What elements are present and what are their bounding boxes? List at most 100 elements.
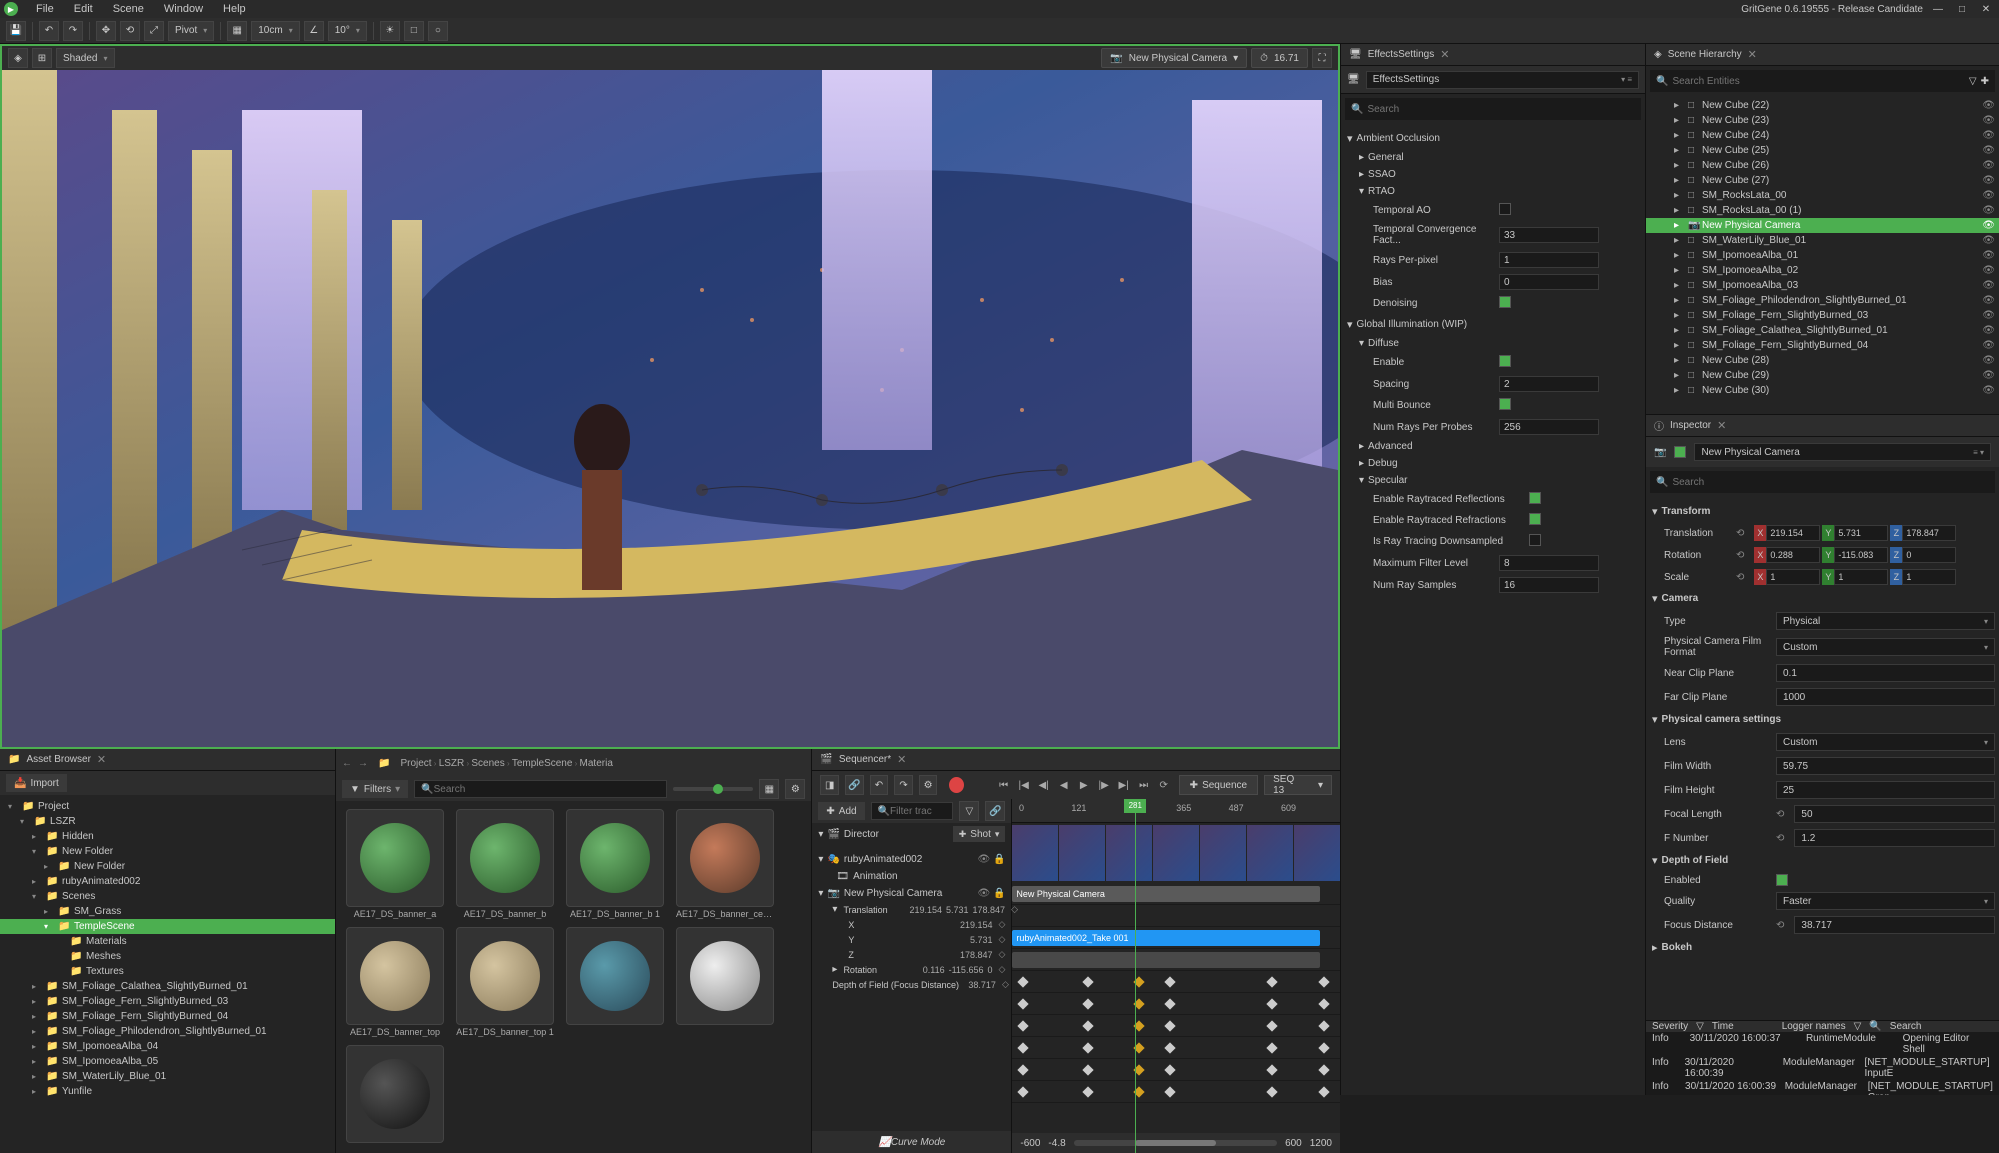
breadcrumb-segment[interactable]: Materia — [580, 758, 613, 769]
hierarchy-item[interactable]: ▸📷New Physical Camera👁 — [1646, 218, 1999, 233]
tree-item[interactable]: ▸📁SM_Grass — [0, 904, 335, 919]
tree-item[interactable]: ▸📁SM_IpomoeaAlba_05 — [0, 1054, 335, 1069]
breadcrumb-segment[interactable]: LSZR — [439, 758, 465, 769]
keyframe[interactable] — [1266, 1086, 1277, 1097]
rz-input[interactable]: 0 — [1902, 547, 1956, 563]
focal-length-input[interactable]: 50 — [1794, 805, 1995, 823]
hierarchy-item[interactable]: ▸□New Cube (25)👁 — [1646, 143, 1999, 158]
reset-icon[interactable]: ⟲ — [1776, 809, 1784, 820]
seq-redo-icon[interactable]: ↷ — [894, 775, 913, 795]
scale-tool-icon[interactable]: ⤢ — [144, 21, 164, 41]
play-reverse-icon[interactable]: ◀ — [1055, 776, 1073, 794]
hierarchy-item[interactable]: ▸□SM_IpomoeaAlba_02👁 — [1646, 263, 1999, 278]
asset-item[interactable]: AE17_DS_banner_b 1 — [564, 809, 666, 919]
keyframe[interactable] — [1083, 1086, 1094, 1097]
keyframe[interactable] — [1017, 998, 1028, 1009]
rotate-tool-icon[interactable]: ⟲ — [120, 21, 140, 41]
close-icon[interactable]: ✕ — [1440, 48, 1449, 61]
ruby-clip[interactable]: rubyAnimated002_Take 001 — [1012, 930, 1320, 946]
tx-input[interactable]: 219.154 — [1766, 525, 1820, 541]
hierarchy-item[interactable]: ▸□SM_Foliage_Fern_SlightlyBurned_04👁 — [1646, 338, 1999, 353]
seq-settings-icon[interactable]: ⚙ — [919, 775, 938, 795]
maximize-icon[interactable]: □ — [1953, 2, 1971, 16]
reset-icon[interactable]: ⟲ — [1736, 572, 1744, 583]
add-entity-icon[interactable]: ✚ — [1981, 76, 1989, 87]
keyframe[interactable] — [1266, 1042, 1277, 1053]
add-sequence-button[interactable]: ✚ Sequence — [1179, 775, 1258, 795]
ssao-section[interactable]: ▸ SSAO — [1345, 166, 1641, 183]
viewport-grid-icon[interactable]: ⊞ — [32, 48, 52, 68]
hierarchy-item[interactable]: ▸□New Cube (24)👁 — [1646, 128, 1999, 143]
sequence-dropdown[interactable]: SEQ 13▾ — [1264, 775, 1332, 795]
keyframe[interactable] — [1319, 1086, 1330, 1097]
hierarchy-item[interactable]: ▸□SM_Foliage_Fern_SlightlyBurned_03👁 — [1646, 308, 1999, 323]
visibility-icon[interactable]: 👁 — [1982, 205, 1995, 216]
near-clip-input[interactable]: 0.1 — [1776, 664, 1995, 682]
numrays-input[interactable]: 256 — [1499, 419, 1599, 435]
save-icon[interactable]: 💾 — [6, 21, 26, 41]
next-key-icon[interactable]: ▶| — [1115, 776, 1133, 794]
maxfilter-input[interactable]: 8 — [1499, 555, 1599, 571]
keyframe[interactable] — [1266, 1020, 1277, 1031]
shading-dropdown[interactable]: Shaded▾ — [56, 48, 115, 68]
keyframe[interactable] — [1319, 998, 1330, 1009]
menu-help[interactable]: Help — [213, 3, 256, 15]
close-icon[interactable]: ✕ — [1748, 48, 1757, 61]
menu-scene[interactable]: Scene — [103, 3, 154, 15]
pcs-section[interactable]: ▾ Physical camera settings — [1650, 709, 1995, 730]
keyframe[interactable] — [1266, 976, 1277, 987]
close-icon[interactable]: ✕ — [97, 753, 106, 766]
numraysamples-input[interactable]: 16 — [1499, 577, 1599, 593]
back-icon[interactable]: ← — [342, 758, 352, 769]
viewport-camera-dropdown[interactable]: 📷 New Physical Camera ▾ — [1101, 48, 1247, 68]
undo-icon[interactable]: ↶ — [39, 21, 59, 41]
hierarchy-tab[interactable]: Scene Hierarchy — [1668, 49, 1742, 60]
add-track-button[interactable]: ✚ Add — [818, 802, 864, 820]
filter-icon[interactable]: ▽ — [1696, 1021, 1704, 1032]
keyframe[interactable] — [1266, 998, 1277, 1009]
film-format-dropdown[interactable]: Custom▾ — [1776, 638, 1995, 656]
keyframe[interactable] — [1266, 1064, 1277, 1075]
tree-item[interactable]: ▸📁SM_IpomoeaAlba_04 — [0, 1039, 335, 1054]
hierarchy-item[interactable]: ▸□SM_IpomoeaAlba_03👁 — [1646, 278, 1999, 293]
asset-item[interactable]: AE17_DS_banner_center — [674, 809, 776, 919]
keyframe[interactable] — [1319, 976, 1330, 987]
angle-snap-icon[interactable]: ∠ — [304, 21, 324, 41]
debug-section[interactable]: ▸ Debug — [1345, 455, 1641, 472]
lens-dropdown[interactable]: Custom▾ — [1776, 733, 1995, 751]
breadcrumb-segment[interactable]: Scenes — [471, 758, 504, 769]
tree-item[interactable]: ▸📁Yunfile — [0, 1084, 335, 1099]
visibility-icon[interactable]: 👁 — [1982, 295, 1995, 306]
denoising-checkbox[interactable] — [1499, 296, 1511, 308]
entity-name-input[interactable]: New Physical Camera≡ ▾ — [1694, 443, 1991, 461]
tree-item[interactable]: ▸📁SM_Foliage_Philodendron_SlightlyBurned… — [0, 1024, 335, 1039]
visibility-icon[interactable]: 👁 — [1982, 145, 1995, 156]
visibility-icon[interactable]: 👁 — [1982, 265, 1995, 276]
visibility-icon[interactable]: 👁 — [1982, 310, 1995, 321]
step-fwd-icon[interactable]: |▶ — [1095, 776, 1113, 794]
dof-quality-dropdown[interactable]: Faster▾ — [1776, 892, 1995, 910]
keyframe[interactable] — [1165, 1064, 1176, 1075]
transform-section[interactable]: ▾ Transform — [1650, 501, 1995, 522]
grid-snap-icon[interactable]: ▦ — [227, 21, 247, 41]
inspector-tab[interactable]: Inspector — [1670, 420, 1711, 431]
reset-icon[interactable]: ⟲ — [1776, 833, 1784, 844]
reset-icon[interactable]: ⟲ — [1736, 528, 1744, 539]
filter-icon[interactable]: ▽ — [1969, 76, 1977, 87]
ty-input[interactable]: 5.731 — [1834, 525, 1888, 541]
keyframe[interactable] — [1319, 1020, 1330, 1031]
dof-enabled-checkbox[interactable] — [1776, 874, 1788, 886]
hierarchy-item[interactable]: ▸□New Cube (28)👁 — [1646, 353, 1999, 368]
filters-button[interactable]: ▼ Filters ▾ — [342, 780, 408, 798]
inspector-search[interactable]: 🔍 — [1650, 471, 1995, 493]
x-track[interactable]: X219.154◇ — [812, 917, 1011, 932]
effects-search[interactable]: 🔍 — [1345, 98, 1641, 120]
add-shot-button[interactable]: ✚ Shot ▾ — [953, 826, 1006, 842]
keyframe[interactable] — [1017, 1086, 1028, 1097]
hierarchy-search[interactable]: 🔍 ▽ ✚ — [1650, 70, 1995, 92]
tree-item[interactable]: ▸📁SM_Foliage_Fern_SlightlyBurned_03 — [0, 994, 335, 1009]
hierarchy-item[interactable]: ▸□New Cube (22)👁 — [1646, 98, 1999, 113]
camera-clip[interactable]: New Physical Camera — [1012, 886, 1320, 902]
tree-item[interactable]: 📁Meshes — [0, 949, 335, 964]
goto-start-icon[interactable]: ⏮ — [995, 776, 1013, 794]
